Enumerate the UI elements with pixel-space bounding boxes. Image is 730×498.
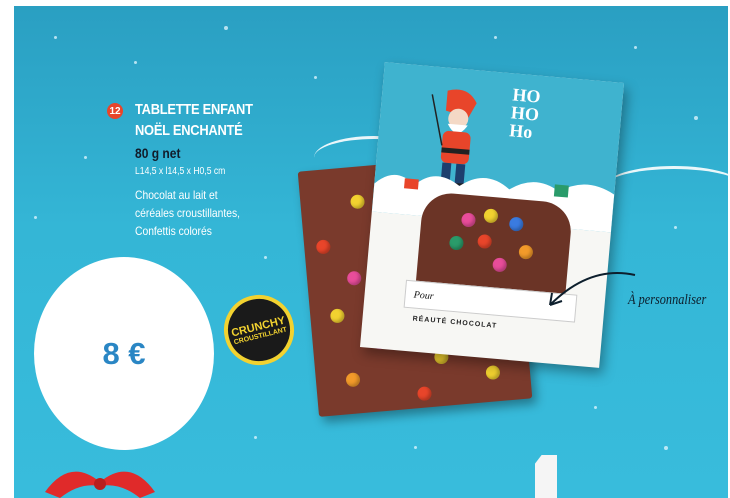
product-dimensions: L14,5 x l14,5 x H0,5 cm [135,166,226,177]
snow-dot [664,446,668,450]
candy [483,208,499,224]
candy [315,239,331,255]
candy [477,233,493,250]
candy [460,212,477,228]
description-line: Confettis colorés [135,224,212,238]
personalize-label: À personnaliser [628,292,707,308]
price-label: 8 € [102,335,146,371]
product-title-line1: TABLETTE ENFANT [135,101,253,118]
snow-dot [34,216,37,219]
product-title-line2: NOËL ENCHANTÉ [135,122,243,139]
snow-dot [594,406,597,409]
gift-tag-icon [535,455,557,498]
brand-label: RÉAUTÉ CHOCOLAT [412,315,498,330]
snow-dot [314,76,317,79]
snow-dot [224,26,228,30]
snow-dot [414,446,417,449]
pour-label: Pour [413,289,435,302]
price-circle: 8 € [34,257,214,450]
snow-dot [694,116,698,120]
packaging-card: HO HO Ho Pour RÉAUTÉ CHOCOLAT [359,62,625,368]
snow-curve [604,166,728,209]
candy [508,216,524,232]
candy [485,364,501,381]
candy [346,270,362,286]
snow-dot [634,46,637,49]
candy [329,308,345,324]
arrow-icon [549,272,636,306]
product-weight: 80 g net [135,145,181,161]
product-description: Chocolat au lait et céréales croustillan… [135,186,240,240]
snow-dot [254,436,257,439]
candy [492,257,508,273]
hoho-text: HO HO Ho [509,84,542,142]
candy [345,372,361,388]
snow-dot [84,156,87,159]
description-line: céréales croustillantes, [135,206,240,220]
ribbon-bow-icon [45,471,155,498]
candy [448,235,465,251]
description-line: Chocolat au lait et [135,188,218,202]
snow-dot [54,36,57,39]
snow-dot [494,36,497,39]
product-number-badge: 12 [107,103,123,119]
candy [416,386,433,402]
snow-dot [264,256,267,259]
snow-dot [134,61,137,64]
candy [349,194,366,210]
candy [518,244,534,260]
snow-dot [674,226,677,229]
